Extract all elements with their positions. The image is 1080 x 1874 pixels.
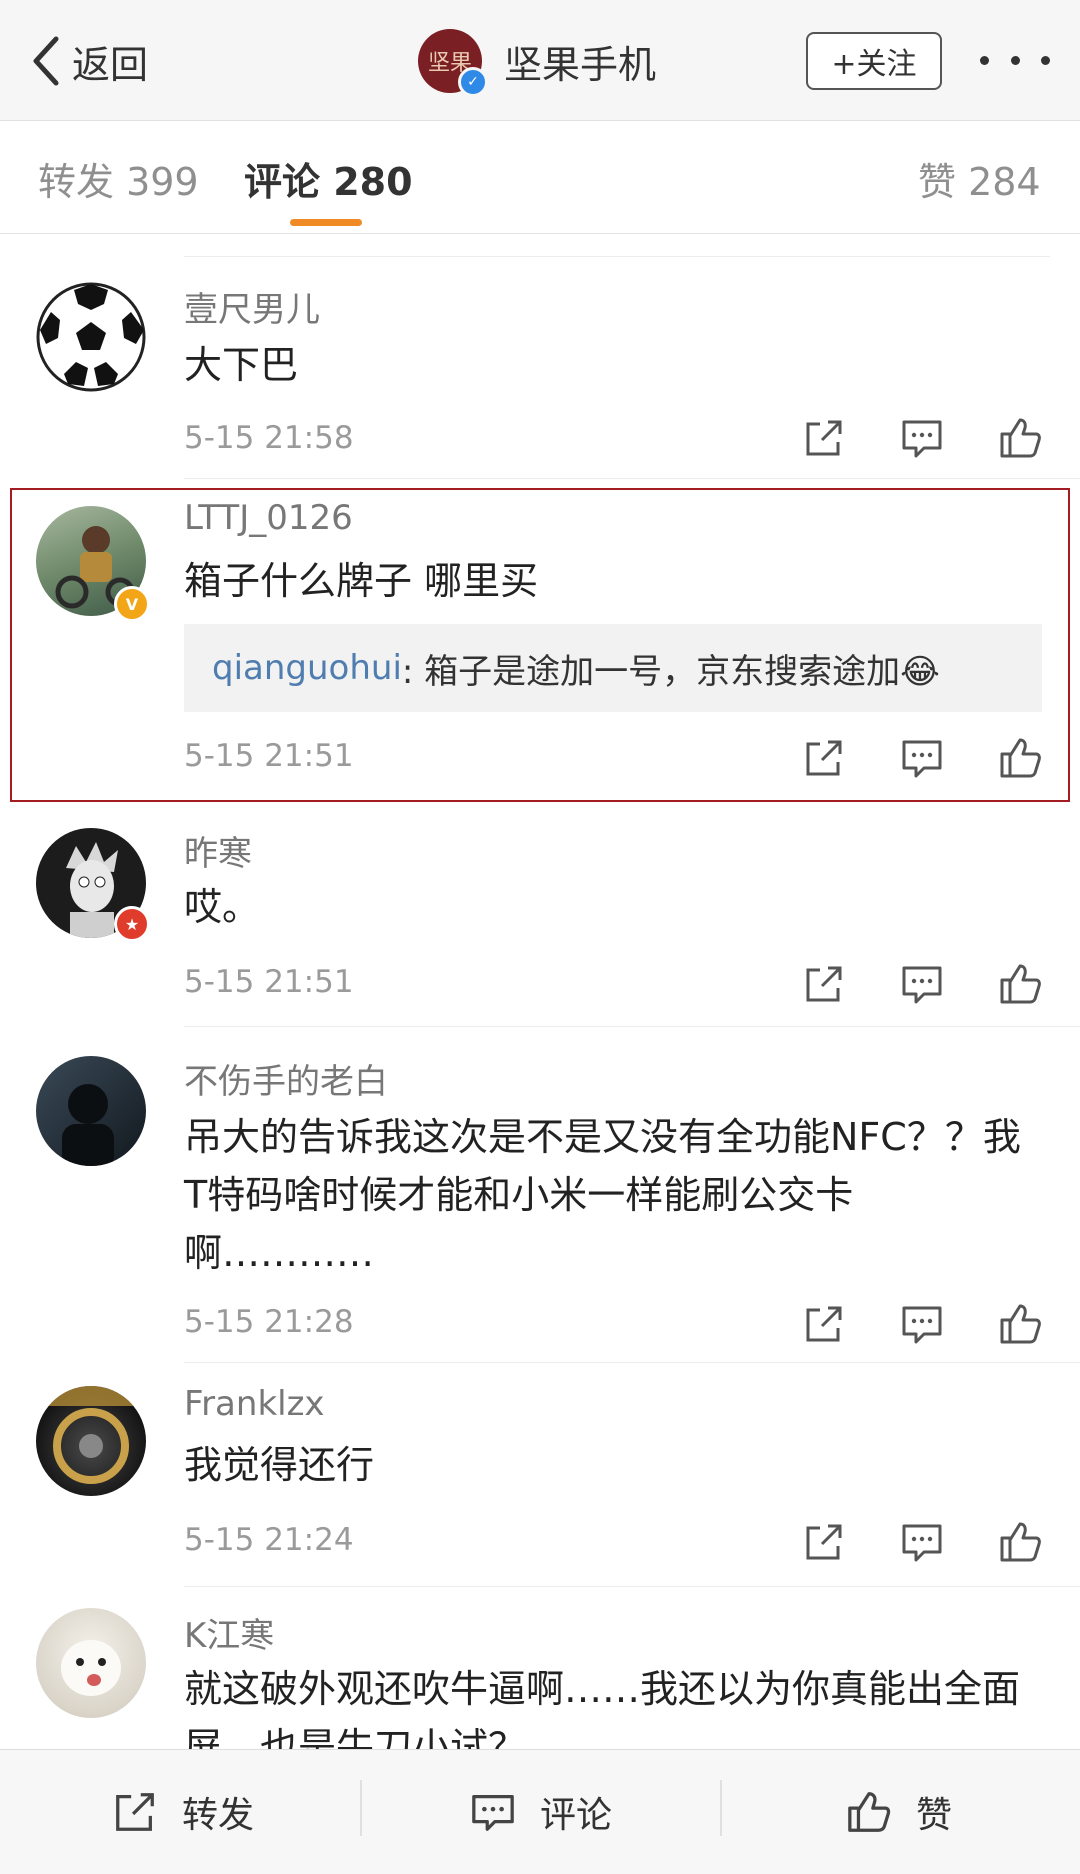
comment-item-highlighted: V LTTJ_0126 箱子什么牌子 哪里买 qianguohui : 箱子是途… [0, 480, 1080, 800]
reply-text: : 箱子是途加一号，京东搜索途加😂 [401, 651, 940, 692]
repost-button[interactable]: 转发 [112, 1782, 254, 1842]
follow-button[interactable]: +关注 [806, 32, 942, 90]
chevron-left-icon [33, 36, 59, 86]
share-icon[interactable] [800, 1300, 848, 1348]
comment-icon [472, 1795, 514, 1831]
soccer-ball-avatar [36, 282, 146, 392]
account-avatar[interactable]: 坚果 ✓ [418, 29, 488, 97]
comment-actions [790, 960, 1041, 1008]
back-label: 返回 [72, 42, 149, 87]
comment-item: K江寒 就这破外观还吹牛逼啊……我还以为你真能出全面屏，也是牛刀小试？ [0, 1588, 1080, 1749]
like-icon[interactable] [996, 960, 1044, 1008]
share-icon[interactable] [800, 414, 848, 462]
reply-author[interactable]: qianguohui [212, 648, 402, 688]
comment-author[interactable]: 不伤手的老白 [184, 1054, 388, 1103]
like-icon[interactable] [996, 1300, 1044, 1348]
comment-icon[interactable] [898, 1300, 946, 1348]
verified-icon: ✓ [458, 67, 488, 97]
top-nav-bar: 返回 坚果 ✓ 坚果手机 +关注 [0, 0, 1080, 121]
active-tab-indicator [290, 219, 362, 226]
divider [360, 1780, 362, 1836]
avatar[interactable] [36, 1386, 146, 1496]
share-icon[interactable] [800, 960, 848, 1008]
comment-actions [790, 414, 1041, 462]
comment-author[interactable]: 昨寒 [184, 826, 252, 875]
comment-text: 就这破外观还吹牛逼啊……我还以为你真能出全面屏，也是牛刀小试？ [184, 1667, 1021, 1749]
verified-badge-icon: V [114, 586, 150, 622]
comment-text: 我觉得还行 [184, 1443, 375, 1487]
divider [720, 1780, 722, 1836]
back-button[interactable]: 返回 [28, 30, 148, 92]
comment-item: 不伤手的老白 吊大的告诉我这次是不是又没有全功能NFC？？我T特码啥时候才能和小… [0, 1028, 1080, 1364]
like-icon[interactable] [996, 734, 1044, 782]
comment-item: Franklzx 我觉得还行 5-15 21:24 [0, 1364, 1080, 1588]
puppy-avatar [61, 1640, 121, 1696]
dark-photo-avatar [62, 1084, 114, 1166]
comment-icon[interactable] [898, 734, 946, 782]
like-icon [848, 1792, 891, 1832]
comment-icon[interactable] [898, 960, 946, 1008]
comment-time: 5-15 21:51 [184, 738, 354, 774]
comment-actions [790, 734, 1041, 782]
star-badge-icon: ★ [114, 906, 150, 942]
tab-comments[interactable]: 评论 280 [244, 151, 413, 206]
divider [184, 1586, 1080, 1587]
comment-button[interactable]: 评论 [470, 1782, 612, 1842]
comment-author[interactable]: Franklzx [184, 1384, 325, 1424]
comment-author[interactable]: LTTJ_0126 [184, 498, 353, 538]
like-button[interactable]: 赞 [846, 1782, 952, 1842]
repost-label: 转发 [182, 1795, 255, 1836]
comment-text: 箱子什么牌子 哪里买 [184, 559, 539, 603]
page-title: 坚果手机 [504, 42, 657, 87]
comment-text: 哎。 [184, 885, 261, 929]
tab-reposts[interactable]: 转发 399 [38, 151, 199, 206]
comment-author[interactable]: 壹尺男儿 [184, 282, 320, 331]
avatar[interactable] [36, 282, 146, 392]
comment-item: 壹尺男儿 大下巴 5-15 21:58 [0, 256, 1080, 480]
share-icon [116, 1793, 154, 1831]
comment-label: 评论 [540, 1795, 613, 1836]
comment-actions [790, 1518, 1041, 1566]
like-icon[interactable] [996, 414, 1044, 462]
avatar[interactable] [36, 1056, 146, 1166]
page-title-group[interactable]: 坚果 ✓ 坚果手机 [418, 26, 657, 97]
reply-preview[interactable]: qianguohui : 箱子是途加一号，京东搜索途加😂 [184, 624, 1042, 712]
avatar[interactable] [36, 1608, 146, 1718]
comment-time: 5-15 21:28 [184, 1304, 354, 1340]
comment-text: 大下巴 [184, 343, 299, 387]
comment-item: ★ 昨寒 哎。 5-15 21:51 [0, 806, 1080, 1028]
comment-icon[interactable] [898, 414, 946, 462]
comment-time: 5-15 21:58 [184, 420, 354, 456]
comment-time: 5-15 21:51 [184, 964, 354, 1000]
comment-text: 吊大的告诉我这次是不是又没有全功能NFC？？我T特码啥时候才能和小米一样能刷公交… [184, 1115, 1021, 1275]
comment-icon[interactable] [898, 1518, 946, 1566]
comment-author[interactable]: K江寒 [184, 1608, 274, 1657]
tab-bar: 转发 399 评论 280 赞 284 [0, 121, 1080, 234]
comment-actions [790, 1300, 1041, 1348]
divider [184, 1026, 1080, 1027]
comment-time: 5-15 21:24 [184, 1522, 354, 1558]
tab-likes[interactable]: 赞 284 [918, 151, 1041, 206]
share-icon[interactable] [800, 1518, 848, 1566]
divider [184, 1362, 1080, 1363]
bottom-action-bar: 转发 评论 赞 [0, 1749, 1080, 1874]
like-icon[interactable] [996, 1518, 1044, 1566]
more-options-icon[interactable] [980, 44, 1050, 76]
divider [184, 478, 1080, 479]
share-icon[interactable] [800, 734, 848, 782]
steering-wheel-avatar [36, 1386, 146, 1484]
like-label: 赞 [916, 1795, 953, 1836]
